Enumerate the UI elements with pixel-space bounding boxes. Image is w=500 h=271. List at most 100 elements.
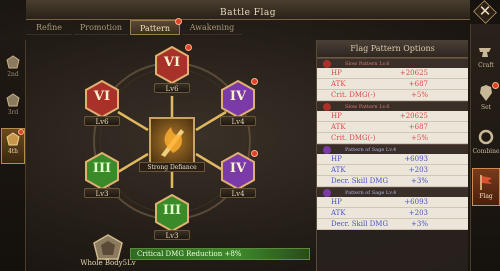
tab-pattern[interactable]: Pattern — [130, 18, 182, 35]
whole-body-label: Whole Body5Lv — [80, 259, 136, 267]
stat-name: HP — [331, 198, 342, 206]
window-title: Battle Flag — [219, 8, 277, 18]
stat-value: +687 — [408, 123, 428, 131]
stat-name: ATK — [331, 166, 346, 174]
stat-value: +3% — [411, 177, 428, 185]
stat-value: +3% — [411, 220, 428, 228]
group-title: Slow Pattern Lv.6 — [345, 61, 390, 67]
tab-label: Refine — [36, 23, 62, 32]
tab-label: Pattern — [140, 24, 170, 33]
stat-value: +20625 — [399, 112, 428, 120]
node-level-label: Lv3 — [84, 188, 120, 198]
stat-row: HP +20625 — [317, 68, 468, 79]
pattern-node-lower-right[interactable]: IV — [220, 150, 258, 190]
pattern-node-upper-right[interactable]: IV — [220, 78, 258, 118]
flame-sword-icon — [161, 127, 184, 157]
alert-dot-icon — [251, 78, 258, 85]
stat-name: HP — [331, 155, 342, 163]
stat-row: Crit. DMG(-) +5% — [317, 133, 468, 144]
stat-row: HP +6093 — [317, 197, 468, 208]
alert-dot-icon — [251, 150, 258, 157]
whole-body-emblem[interactable]: Whole Body5Lv — [78, 231, 138, 271]
node-level-label: Lv6 — [84, 116, 120, 126]
stat-value: +203 — [408, 166, 428, 174]
set-bonus-bar: Critical DMG Reduction +8% — [130, 248, 310, 260]
tab-refine[interactable]: Refine — [26, 20, 72, 35]
node-numeral: IV — [229, 89, 247, 104]
rank-tab-2nd[interactable]: 2nd — [1, 52, 25, 88]
option-group-header: Pattern of Sage Lv.4 — [317, 144, 468, 154]
option-group-header: Pattern of Sage Lv.4 — [317, 187, 468, 197]
sidebar-item-label: Craft — [478, 62, 494, 69]
center-emblem[interactable] — [149, 117, 195, 165]
pattern-node-lower-left[interactable]: III — [84, 152, 120, 190]
flag-pattern-options-panel[interactable]: Flag Pattern Options Slow Pattern Lv.6 H… — [316, 40, 468, 271]
pattern-gem-icon — [323, 189, 331, 197]
stat-row: ATK +687 — [317, 122, 468, 133]
pattern-node-upper-left[interactable]: VI — [84, 80, 120, 118]
node-numeral: IV — [229, 161, 247, 176]
rank-tab-label: 4th — [7, 148, 19, 155]
pattern-node-bottom[interactable]: III — [154, 194, 190, 232]
node-numeral: III — [92, 161, 112, 176]
stat-row: Decr. Skill DMG +3% — [317, 176, 468, 187]
rank-tab-3rd[interactable]: 3rd — [1, 90, 25, 126]
sidebar-item-combine[interactable]: Combine — [472, 124, 500, 162]
option-group-header: Slow Pattern Lv.6 — [317, 58, 468, 68]
stat-row: ATK +687 — [317, 79, 468, 90]
sidebar-item-craft[interactable]: Craft — [472, 38, 500, 76]
node-numeral: VI — [163, 55, 181, 70]
pattern-gem-icon — [323, 146, 331, 154]
sidebar-item-label: Combine — [472, 148, 500, 155]
pattern-node-top[interactable]: VI — [154, 44, 192, 84]
shoulder-armor-icon — [6, 93, 20, 107]
stat-name: Crit. DMG(-) — [331, 91, 376, 99]
pattern-gem-icon — [323, 60, 331, 68]
stat-value: +203 — [408, 209, 428, 217]
option-group-header: Slow Pattern Lv.6 — [317, 101, 468, 111]
stat-row: ATK +203 — [317, 208, 468, 219]
stat-name: ATK — [331, 123, 346, 131]
anvil-icon — [479, 48, 491, 57]
tab-label: Promotion — [79, 23, 123, 32]
stat-row: HP +20625 — [317, 111, 468, 122]
rank-tab-label: 2nd — [7, 71, 19, 78]
right-sidebar: Craft Set Combine Flag — [470, 24, 500, 271]
close-icon[interactable]: ✕ — [474, 0, 496, 22]
node-numeral: III — [162, 203, 182, 218]
sidebar-item-flag[interactable]: Flag — [472, 168, 500, 206]
stat-row: HP +6093 — [317, 154, 468, 165]
group-title: Pattern of Sage Lv.4 — [345, 190, 397, 196]
rank-tab-4th[interactable]: 4th — [1, 128, 25, 164]
stat-name: Decr. Skill DMG — [331, 177, 389, 185]
node-level-label: Lv6 — [154, 83, 190, 93]
sidebar-item-label: Flag — [479, 193, 493, 200]
sidebar-item-set[interactable]: Set — [472, 80, 500, 118]
stat-row: Decr. Skill DMG +3% — [317, 219, 468, 230]
group-title: Pattern of Sage Lv.4 — [345, 147, 397, 153]
alert-dot-icon — [18, 129, 24, 135]
pattern-gem-icon — [323, 103, 331, 111]
sidebar-item-label: Set — [480, 104, 492, 111]
tab-label: Awakening — [189, 23, 235, 32]
stat-name: HP — [331, 69, 342, 77]
stat-name: ATK — [331, 209, 346, 217]
stat-name: Crit. DMG(-) — [331, 134, 376, 142]
stat-row: Crit. DMG(-) +5% — [317, 90, 468, 101]
panel-title: Flag Pattern Options — [317, 40, 468, 58]
alert-dot-icon — [185, 44, 192, 51]
stat-name: Decr. Skill DMG — [331, 220, 389, 228]
tab-awakening[interactable]: Awakening — [182, 20, 242, 35]
set-bonus-text: Critical DMG Reduction +8% — [137, 250, 242, 258]
shoulder-armor-icon — [6, 55, 20, 69]
node-level-label: Lv4 — [220, 116, 256, 126]
flag-icon — [480, 175, 492, 190]
node-numeral: VI — [93, 89, 111, 104]
stat-value: +6093 — [404, 198, 428, 206]
stat-value: +687 — [408, 80, 428, 88]
tab-promotion[interactable]: Promotion — [74, 20, 128, 35]
pattern-diagram: VI Lv6 VI Lv6 IV Lv4 III Lv3 IV Lv4 III … — [30, 38, 312, 271]
stat-value: +5% — [411, 134, 428, 142]
ring-icon — [478, 129, 494, 145]
rank-tab-label: 3rd — [7, 109, 19, 116]
